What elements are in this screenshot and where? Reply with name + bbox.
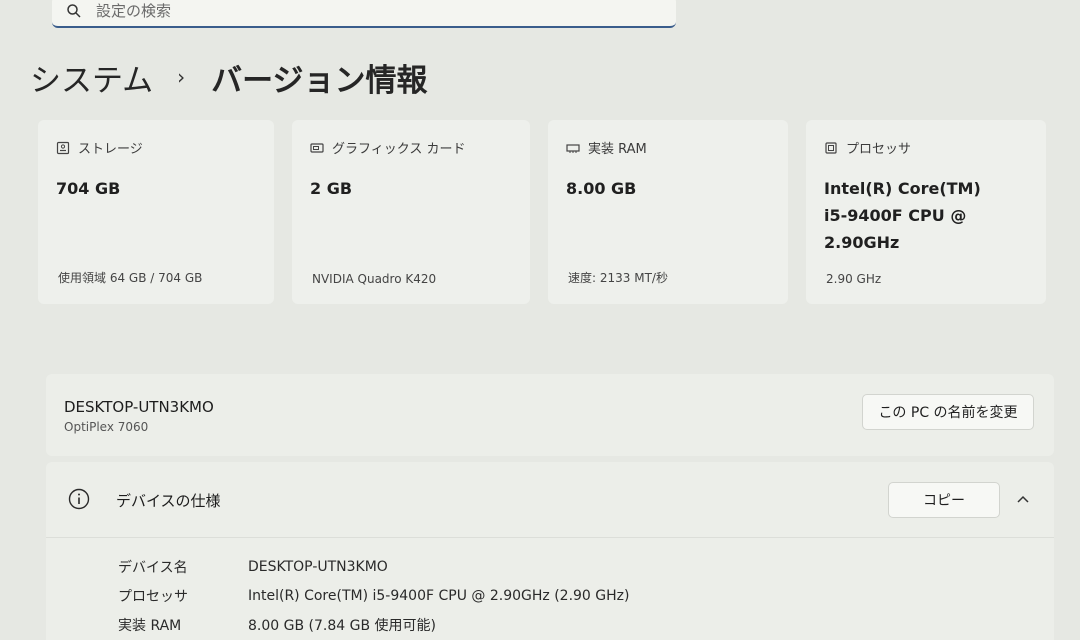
cpu-card: プロセッサ Intel(R) Core(TM) i5-9400F CPU @ 2… [806,120,1046,304]
search-input[interactable] [96,2,616,20]
rename-pc-button[interactable]: この PC の名前を変更 [862,394,1034,430]
device-specs-panel: デバイスの仕様 コピー デバイス名 DESKTOP-UTN3KMO プロセッサ … [46,462,1054,640]
storage-card: ストレージ 704 GB 使用領域 64 GB / 704 GB [38,120,274,304]
search-box[interactable] [52,0,676,28]
device-model: OptiPlex 7060 [64,420,149,434]
copy-button[interactable]: コピー [888,482,1000,518]
spec-row: 実装 RAM 8.00 GB (7.84 GB 使用可能) [118,610,629,639]
gpu-card: グラフィックス カード 2 GB NVIDIA Quadro K420 [292,120,530,304]
cpu-card-sub: 2.90 GHz [826,272,882,286]
spec-value: Intel(R) Core(TM) i5-9400F CPU @ 2.90GHz… [248,587,630,604]
search-icon [67,4,81,18]
cpu-card-value-line-1: Intel(R) Core(TM) [824,179,981,198]
ram-card: 実装 RAM 8.00 GB 速度: 2133 MT/秒 [548,120,788,304]
spec-row: デバイス名 DESKTOP-UTN3KMO [118,552,629,581]
cpu-card-value-line-2: i5-9400F CPU @ [824,206,967,225]
spec-value: 8.00 GB (7.84 GB 使用可能) [248,617,436,634]
info-icon [68,488,90,510]
spec-row: プロセッサ Intel(R) Core(TM) i5-9400F CPU @ 2… [118,581,629,610]
gpu-card-sub: NVIDIA Quadro K420 [312,272,437,286]
breadcrumb-separator: › [177,65,186,89]
cpu-card-value-line-3: 2.90GHz [824,233,900,252]
ram-card-sub: 速度: 2133 MT/秒 [568,271,668,285]
cpu-card-title: プロセッサ [846,142,912,157]
breadcrumb: システム › バージョン情報 [30,52,427,102]
spec-key: 実装 RAM [118,617,182,634]
ram-icon [566,143,580,153]
storage-card-title: ストレージ [78,142,143,157]
storage-card-value: 704 GB [56,179,121,198]
ram-card-title: 実装 RAM [588,142,647,157]
breadcrumb-parent[interactable]: システム [30,55,153,100]
page-title: バージョン情報 [211,62,428,99]
spec-key: デバイス名 [118,559,188,576]
chevron-up-icon[interactable] [1014,490,1032,508]
settings-page: システム › バージョン情報 ストレージ 704 GB 使用領域 64 GB /… [0,0,1080,640]
device-name: DESKTOP-UTN3KMO [64,398,214,416]
gpu-card-value: 2 GB [310,179,353,198]
cpu-icon [825,141,837,154]
device-specs-title: デバイスの仕様 [116,492,221,510]
device-specs-header[interactable]: デバイスの仕様 コピー [46,462,1054,538]
storage-icon [56,141,70,154]
gpu-icon [310,142,324,153]
storage-card-sub: 使用領域 64 GB / 704 GB [58,271,203,285]
device-name-panel: DESKTOP-UTN3KMO OptiPlex 7060 この PC の名前を… [46,374,1054,456]
device-specs-list: デバイス名 DESKTOP-UTN3KMO プロセッサ Intel(R) Cor… [118,552,629,639]
ram-card-value: 8.00 GB [566,179,637,198]
gpu-card-title: グラフィックス カード [332,142,466,157]
spec-value: DESKTOP-UTN3KMO [248,558,388,575]
spec-key: プロセッサ [118,588,188,605]
